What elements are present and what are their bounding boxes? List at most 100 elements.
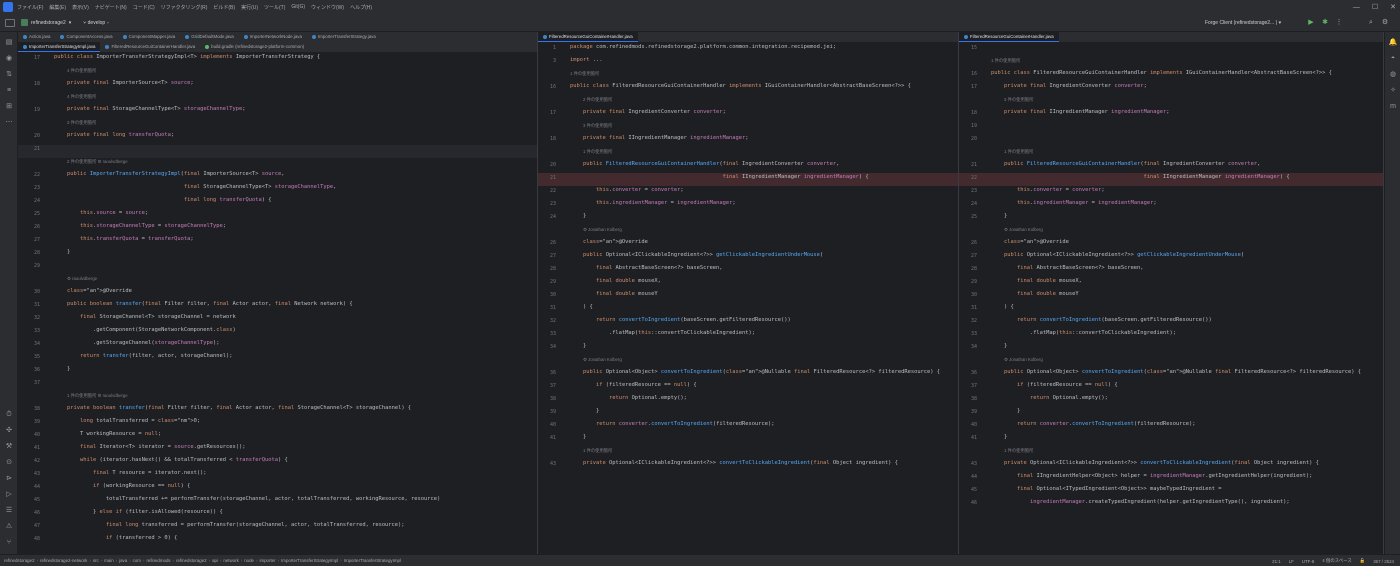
more-actions-button[interactable]: ⋮ <box>1334 18 1344 28</box>
bookmarks-tool-icon[interactable]: ⊞ <box>4 102 14 111</box>
menu-item[interactable]: コード(C) <box>133 4 155 11</box>
editor-tab[interactable]: ImporterNetworkNode.java <box>239 32 307 42</box>
breadcrumb-item[interactable]: com <box>133 558 141 563</box>
breadcrumb-item[interactable]: importer <box>259 558 275 563</box>
indent-setting[interactable]: 4 個のスペース <box>1322 558 1351 564</box>
editor-tab[interactable]: GridDefaultMode.java <box>180 32 238 42</box>
editor-tab[interactable]: FilteredResourceGuiContainerHandler.java <box>100 42 200 52</box>
code-vision-hint[interactable]: ⚙ raoulvdberge <box>67 276 97 282</box>
menu-item[interactable]: ツール(T) <box>264 4 285 11</box>
breadcrumb-item[interactable]: java <box>119 558 127 563</box>
gradle-elephant-icon[interactable]: ◓ <box>1388 54 1398 63</box>
build-tool-icon[interactable]: ⚒ <box>4 442 14 451</box>
menu-item[interactable]: 編集(E) <box>49 4 66 11</box>
breadcrumb-item[interactable]: refinedstorage2-network <box>40 558 87 563</box>
menu-item[interactable]: ヘルプ(H) <box>350 4 372 11</box>
breadcrumb-item[interactable]: ImporterTransferStrategyImpl <box>344 558 401 563</box>
breadcrumb-item[interactable]: network <box>223 558 238 563</box>
minimize-button[interactable]: — <box>1353 4 1360 11</box>
editor-tab[interactable]: FilteredResourceGuiContainerHandler.java <box>538 32 638 42</box>
menu-item[interactable]: ウィンドウ(W) <box>311 4 344 11</box>
run-tool-icon[interactable]: ▷ <box>4 490 14 499</box>
code-vision-hint[interactable]: ⚙ Jonathan Kolberg <box>583 227 622 233</box>
line-separator[interactable]: LF <box>1289 559 1294 564</box>
code-vision-hint[interactable]: 1 件の使用箇所 ⚙ raoulvdberge <box>67 393 128 399</box>
project-selector[interactable]: refinedstorage2 ▾ <box>21 19 71 26</box>
branch-selector[interactable]: ⑂ develop ▾ <box>83 20 109 26</box>
editor-tab[interactable]: build.gradle (refinedstorage2-platform-c… <box>200 42 309 52</box>
breadcrumb[interactable]: refinedstorage2 › refinedstorage2-network ›… <box>4 558 401 563</box>
code-editor-right[interactable]: 15 1 件の使用箇所 16 public class FilteredResourc… <box>959 44 1383 554</box>
hamburger-menu-icon[interactable] <box>5 18 15 27</box>
breadcrumb-item[interactable]: node <box>244 558 254 563</box>
menu-item[interactable]: 表示(V) <box>72 4 89 11</box>
more-tools-icon[interactable]: ⋯ <box>4 118 14 127</box>
menu-item[interactable]: ナビゲート(N) <box>95 4 127 11</box>
editor-tab[interactable]: ComponentMapper.java <box>118 32 181 42</box>
code-vision-hint[interactable]: 3 件の使用箇所 <box>67 120 96 126</box>
breadcrumb-item[interactable]: src <box>93 558 99 563</box>
breadcrumb-item[interactable]: ImporterTransferStrategyImpl <box>281 558 338 563</box>
code-vision-hint[interactable]: 4 件の使用箇所 <box>67 94 96 100</box>
code-vision-hint[interactable]: 1 件の使用箇所 <box>570 71 599 77</box>
file-encoding[interactable]: UTF-8 <box>1302 559 1314 564</box>
breadcrumb-item[interactable]: refinedstorage2 <box>176 558 207 563</box>
menu-item[interactable]: リファクタリング(R) <box>161 4 208 11</box>
maven-icon[interactable]: m <box>1388 102 1398 111</box>
code-vision-hint[interactable]: 2 件の使用箇所 <box>583 97 612 103</box>
problems-tool-icon[interactable]: ⊙ <box>4 458 14 467</box>
code-vision-hint[interactable]: 1 件の使用箇所 <box>1004 448 1033 454</box>
structure-tool-icon[interactable]: ≡ <box>4 86 14 95</box>
lock-icon[interactable]: 🔓 <box>1360 558 1365 564</box>
terminal-tool-icon[interactable]: ⊳ <box>4 474 14 483</box>
notifications-icon[interactable]: 🔔 <box>1388 38 1398 47</box>
git-tool-icon[interactable]: ⑂ <box>4 538 14 547</box>
services-tool-icon[interactable]: ⏱ <box>4 410 14 419</box>
editor-tab[interactable]: ImporterTransferStrategyImpl.java <box>18 42 101 52</box>
settings-gear-icon[interactable]: ⚙ <box>1380 18 1390 28</box>
caret-position[interactable]: 21:1 <box>1272 559 1281 564</box>
search-everywhere-icon[interactable]: ⌕ <box>1366 18 1376 28</box>
maximize-button[interactable]: ☐ <box>1372 3 1378 11</box>
pull-requests-icon[interactable]: ⇅ <box>4 70 14 79</box>
code-editor-left[interactable]: 17 public class ImporterTransferStrategyI… <box>18 54 537 554</box>
line-number: 43 <box>549 461 556 467</box>
code-vision-hint[interactable]: 3 件の使用箇所 <box>583 123 612 129</box>
editor-tab[interactable]: FilteredResourceGuiContainerHandler.java <box>959 32 1059 42</box>
run-button[interactable]: ▶ <box>1306 18 1316 28</box>
gradle-tool-icon[interactable]: ✣ <box>4 426 14 435</box>
breadcrumb-item[interactable]: refinedmods <box>146 558 170 563</box>
code-vision-hint[interactable]: ⚙ Jonathan Kolberg <box>1004 227 1043 233</box>
code-vision-hint[interactable]: ⚙ Jonathan Kolberg <box>1004 357 1043 363</box>
menu-item[interactable]: ファイル(F) <box>17 4 43 11</box>
close-button[interactable]: ✕ <box>1390 3 1396 11</box>
ai-assistant-icon[interactable]: ✧ <box>1388 86 1398 95</box>
menu-item[interactable]: Git(G) <box>291 4 305 11</box>
project-tool-icon[interactable]: ▤ <box>4 38 14 47</box>
breadcrumb-item[interactable]: api <box>212 558 218 563</box>
code-vision-hint[interactable]: 3 件の使用箇所 <box>1004 97 1033 103</box>
problems-warning-icon[interactable]: ⚠ <box>4 522 14 531</box>
code-vision-hint[interactable]: 1 件の使用箇所 <box>583 149 612 155</box>
todo-tool-icon[interactable]: ☰ <box>4 506 14 515</box>
breadcrumb-separator-icon: › <box>142 558 145 563</box>
editor-tab[interactable]: ComponentAccess.java <box>55 32 117 42</box>
memory-indicator[interactable]: 367 / 2524 <box>1373 559 1394 564</box>
debug-button[interactable]: ✱ <box>1320 18 1330 28</box>
code-vision-hint[interactable]: 1 件の使用箇所 <box>1004 149 1033 155</box>
editor-tab[interactable]: Action.java <box>18 32 55 42</box>
commit-tool-icon[interactable]: ◉ <box>4 54 14 63</box>
menu-item[interactable]: ビルド(B) <box>213 4 235 11</box>
menu-item[interactable]: 実行(U) <box>241 4 258 11</box>
run-configuration-selector[interactable]: Forge Client (refinedstorage2... ) ▾ <box>1205 18 1301 28</box>
breadcrumb-item[interactable]: main <box>104 558 114 563</box>
code-vision-hint[interactable]: 2 件の使用箇所 ⚙ raoulvdberge <box>67 159 128 165</box>
code-vision-hint[interactable]: 1 件の使用箇所 <box>583 448 612 454</box>
editor-tab[interactable]: ImporterTransferStrategy.java <box>307 32 381 42</box>
code-vision-hint[interactable]: ⚙ Jonathan Kolberg <box>583 357 622 363</box>
code-vision-hint[interactable]: 4 件の使用箇所 <box>67 68 96 74</box>
code-editor-middle[interactable]: 1 package com.refinedmods.refinedstorage2… <box>538 44 958 554</box>
breadcrumb-item[interactable]: refinedstorage2 <box>4 558 35 563</box>
database-icon[interactable]: ◍ <box>1388 70 1398 79</box>
code-vision-hint[interactable]: 1 件の使用箇所 <box>991 58 1020 64</box>
